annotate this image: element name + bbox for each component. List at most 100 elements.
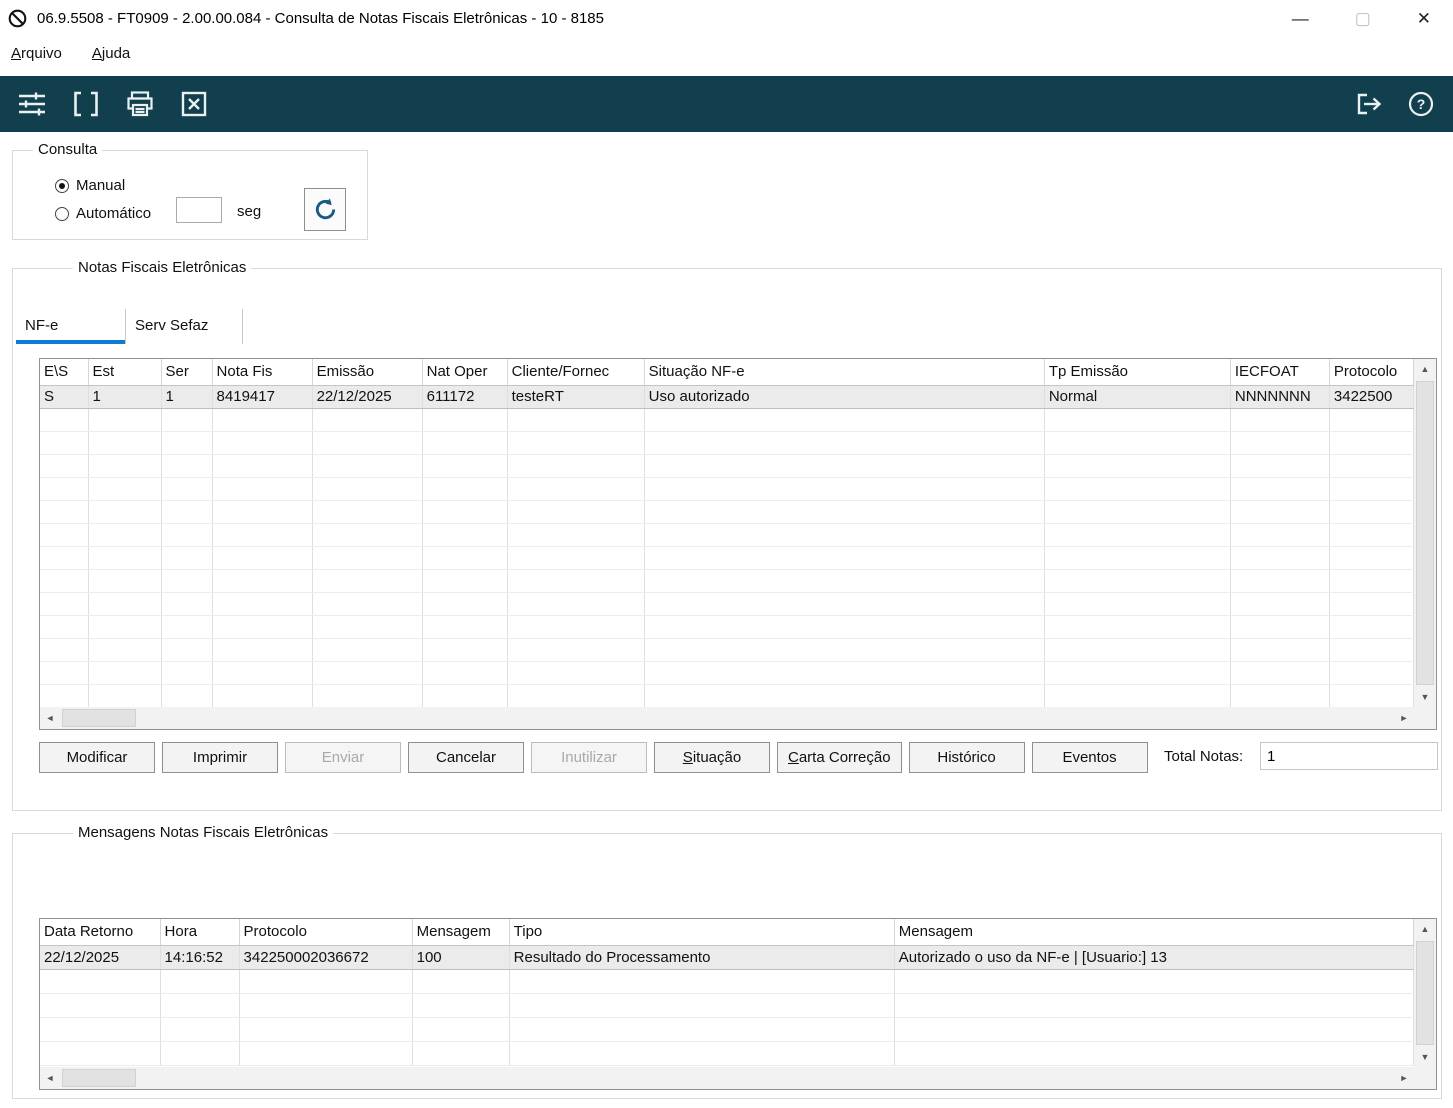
- imprimir-button[interactable]: Imprimir: [162, 742, 278, 773]
- table-cell[interactable]: S: [40, 384, 89, 409]
- refresh-button[interactable]: [304, 188, 346, 231]
- column-header[interactable]: Est: [88, 359, 162, 386]
- empty-row: [40, 454, 1414, 478]
- refresh-icon: [312, 196, 339, 223]
- horizontal-scrollbar[interactable]: ◄ ►: [40, 1067, 1414, 1089]
- column-header[interactable]: Hora: [160, 919, 240, 946]
- column-header[interactable]: E\S: [40, 359, 89, 386]
- scroll-right-button[interactable]: ►: [1394, 707, 1414, 729]
- column-header[interactable]: Nat Oper: [422, 359, 508, 386]
- tab-nfe-label: NF-e: [25, 317, 59, 334]
- scroll-left-button[interactable]: ◄: [40, 707, 60, 729]
- cancel-box-icon[interactable]: [176, 86, 212, 122]
- table-cell[interactable]: 22/12/2025: [40, 944, 161, 970]
- table-cell[interactable]: testeRT: [507, 384, 645, 409]
- cancelar-button[interactable]: Cancelar: [408, 742, 524, 773]
- empty-row: [40, 1041, 1414, 1066]
- table-cell[interactable]: 100: [412, 944, 510, 970]
- tab-serv-sefaz-label: Serv Sefaz: [135, 317, 209, 334]
- radio-manual[interactable]: Manual: [55, 177, 125, 194]
- historico-button[interactable]: Histórico: [908, 742, 1025, 773]
- print-icon[interactable]: [122, 86, 158, 122]
- table-cell[interactable]: Autorizado o uso da NF-e | [Usuario:] 13: [894, 944, 1414, 970]
- brackets-icon[interactable]: [68, 86, 104, 122]
- empty-row: [40, 477, 1414, 501]
- radio-manual-control[interactable]: [55, 178, 69, 193]
- modificar-button[interactable]: Modificar: [39, 742, 155, 773]
- table-cell[interactable]: 611172: [422, 384, 508, 409]
- help-icon[interactable]: ?: [1403, 86, 1439, 122]
- situacao-button[interactable]: Situação: [654, 742, 770, 773]
- carta-correcao-button[interactable]: Carta Correção: [777, 742, 902, 773]
- table-cell[interactable]: Uso autorizado: [644, 384, 1045, 409]
- scroll-left-button[interactable]: ◄: [40, 1067, 60, 1089]
- scrollbar-track[interactable]: [60, 707, 1394, 729]
- scrollbar-thumb[interactable]: [1416, 381, 1434, 685]
- table-cell[interactable]: Normal: [1044, 384, 1231, 409]
- vertical-scrollbar[interactable]: ▲ ▼: [1414, 919, 1436, 1067]
- column-header[interactable]: Ser: [161, 359, 213, 386]
- window-controls: — ▢ ✕: [1292, 10, 1445, 27]
- vertical-scrollbar[interactable]: ▲ ▼: [1414, 359, 1436, 707]
- table-cell[interactable]: 8419417: [212, 384, 313, 409]
- scrollbar-track[interactable]: [60, 1067, 1394, 1089]
- scroll-right-button[interactable]: ►: [1394, 1067, 1414, 1089]
- table-cell[interactable]: NNNNNNN: [1230, 384, 1330, 409]
- column-header[interactable]: Situação NF-e: [644, 359, 1045, 386]
- minimize-button[interactable]: —: [1292, 10, 1309, 27]
- scroll-up-button[interactable]: ▲: [1414, 919, 1436, 939]
- column-header[interactable]: Protocolo: [239, 919, 413, 946]
- column-header[interactable]: Tp Emissão: [1044, 359, 1231, 386]
- inutilizar-button: Inutilizar: [531, 742, 647, 773]
- column-header[interactable]: Tipo: [509, 919, 895, 946]
- table-row[interactable]: S 1 1 8419417 22/12/2025 611172 testeRT Uso aut…: [40, 384, 1414, 409]
- table-cell[interactable]: 1: [161, 384, 213, 409]
- scroll-down-icon: ▼: [1420, 692, 1430, 702]
- tab-serv-sefaz[interactable]: Serv Sefaz: [126, 309, 243, 344]
- column-header[interactable]: Emissão: [312, 359, 423, 386]
- column-header[interactable]: Mensagem: [412, 919, 510, 946]
- scroll-up-icon: ▲: [1420, 924, 1430, 934]
- maximize-button[interactable]: ▢: [1355, 10, 1371, 27]
- column-header[interactable]: Protocolo: [1329, 359, 1414, 386]
- scrollbar-track[interactable]: [1414, 939, 1436, 1047]
- exit-icon[interactable]: [1351, 86, 1387, 122]
- column-header[interactable]: Nota Fis: [212, 359, 313, 386]
- table-cell[interactable]: 14:16:52: [160, 944, 240, 970]
- close-button[interactable]: ✕: [1417, 10, 1431, 27]
- scroll-down-button[interactable]: ▼: [1414, 687, 1436, 707]
- scroll-up-button[interactable]: ▲: [1414, 359, 1436, 379]
- column-header[interactable]: Data Retorno: [40, 919, 161, 946]
- menu-ajuda[interactable]: Ajuda: [92, 45, 130, 62]
- menu-arquivo[interactable]: Arquivo: [11, 45, 62, 62]
- empty-row: [40, 969, 1414, 994]
- table-cell[interactable]: 1: [88, 384, 162, 409]
- horizontal-scrollbar[interactable]: ◄ ►: [40, 707, 1414, 729]
- scroll-left-icon: ◄: [45, 1073, 55, 1083]
- scroll-right-icon: ►: [1399, 713, 1409, 723]
- radio-automatico[interactable]: Automático: [55, 205, 151, 222]
- column-header[interactable]: IECFOAT: [1230, 359, 1330, 386]
- eventos-button[interactable]: Eventos: [1031, 742, 1148, 773]
- table-cell[interactable]: 3422500: [1329, 384, 1414, 409]
- app-window: 06.9.5508 - FT0909 - 2.00.00.084 - Consu…: [0, 0, 1453, 1108]
- consulta-legend: Consulta: [33, 141, 103, 158]
- scrollbar-thumb[interactable]: [62, 1069, 136, 1087]
- interval-input[interactable]: [176, 197, 222, 223]
- radio-automatico-control[interactable]: [55, 206, 69, 221]
- column-header[interactable]: Mensagem: [894, 919, 1414, 946]
- filter-sliders-icon[interactable]: [14, 86, 50, 122]
- column-header[interactable]: Cliente/Fornec: [507, 359, 645, 386]
- table-cell[interactable]: 22/12/2025: [312, 384, 423, 409]
- total-notas-input[interactable]: [1260, 742, 1438, 770]
- table-row[interactable]: 22/12/2025 14:16:52 342250002036672 100 Resu…: [40, 944, 1414, 970]
- nfe-legend: Notas Fiscais Eletrônicas: [73, 259, 252, 276]
- table-cell[interactable]: Resultado do Processamento: [509, 944, 895, 970]
- scrollbar-thumb[interactable]: [62, 709, 136, 727]
- scrollbar-track[interactable]: [1414, 379, 1436, 687]
- tab-nfe[interactable]: NF-e: [16, 309, 126, 344]
- scrollbar-thumb[interactable]: [1416, 941, 1434, 1045]
- scroll-down-button[interactable]: ▼: [1414, 1047, 1436, 1067]
- table-cell[interactable]: 342250002036672: [239, 944, 413, 970]
- radio-automatico-label: Automático: [76, 205, 152, 222]
